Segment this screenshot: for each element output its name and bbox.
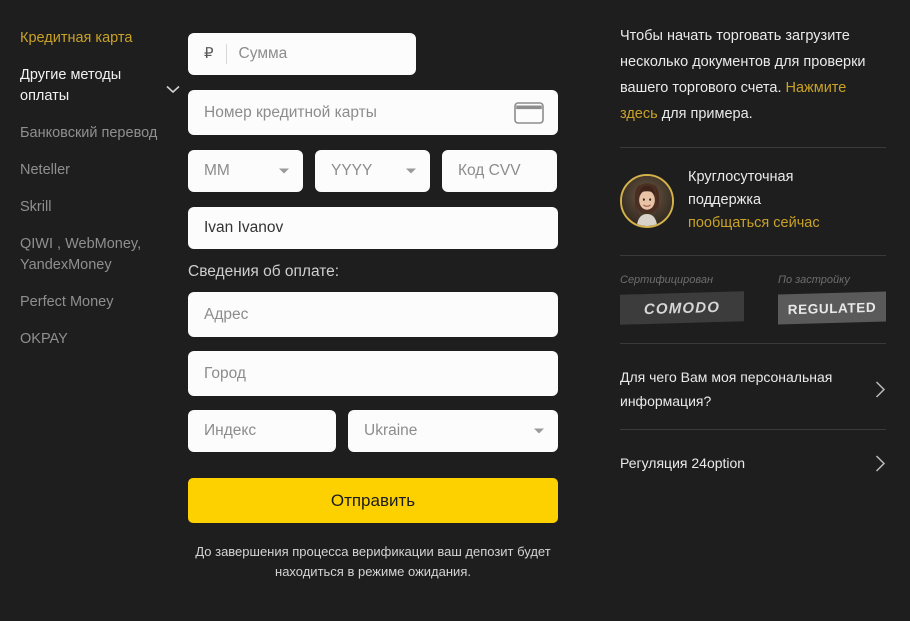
support-block: Круглосуточная поддержка пообщаться сейч… <box>620 166 886 235</box>
upload-documents-notice: Чтобы начать торговать загрузите несколь… <box>620 23 886 127</box>
sidebar-item-credit-card[interactable]: Кредитная карта <box>20 28 168 49</box>
trust-badges: Сертифицирован COMODO По застройку REGUL… <box>620 274 886 325</box>
sidebar-item-label: QIWI , WebMoney, YandexMoney <box>20 236 142 273</box>
chevron-down-icon <box>166 85 180 94</box>
cvv-placeholder: Код CVV <box>458 162 521 179</box>
sidebar-item-label: Кредитная карта <box>20 30 133 46</box>
link-label: Для чего Вам моя персональная информация… <box>620 369 833 409</box>
expiry-month-select[interactable]: MM <box>188 150 303 192</box>
regulation-link[interactable]: Регуляция 24option <box>620 448 886 491</box>
sidebar-item-perfect-money[interactable]: Perfect Money <box>20 292 168 313</box>
divider <box>620 429 886 430</box>
sidebar-item-label: Perfect Money <box>20 294 114 310</box>
badge-label: COMODO <box>620 291 744 325</box>
expiry-month-value: MM <box>204 162 230 179</box>
country-select[interactable]: Ukraine <box>348 410 558 452</box>
amount-placeholder: Сумма <box>238 45 288 62</box>
avatar <box>620 173 674 228</box>
zip-placeholder: Индекс <box>204 422 257 439</box>
submit-button[interactable]: Отправить <box>188 478 558 523</box>
card-number-field[interactable]: Номер кредитной карты <box>188 90 558 135</box>
support-text: Круглосуточная поддержка пообщаться сейч… <box>688 166 820 235</box>
address-placeholder: Адрес <box>204 305 249 323</box>
amount-field[interactable]: ₽ Сумма <box>188 33 416 75</box>
badge-caption: Сертифицирован <box>620 274 714 286</box>
sidebar-item-qiwi-webmoney-yandexmoney[interactable]: QIWI , WebMoney, YandexMoney <box>20 234 168 276</box>
caret-down-icon <box>279 168 289 174</box>
caret-down-icon <box>406 168 416 174</box>
chat-now-link[interactable]: пообщаться сейчас <box>688 212 820 235</box>
billing-details-label: Сведения об оплате: <box>188 263 340 280</box>
country-value: Ukraine <box>364 422 418 439</box>
badge-comodo: Сертифицирован COMODO <box>620 274 744 325</box>
chevron-right-icon <box>875 380 886 398</box>
cvv-field[interactable]: Код CVV <box>442 150 557 192</box>
sidebar-item-label: Банковский перевод <box>20 125 158 141</box>
divider <box>620 343 886 344</box>
expiry-year-value: YYYY <box>331 162 373 179</box>
support-title-line2: поддержка <box>688 192 762 208</box>
currency-symbol-icon: ₽ <box>204 44 227 64</box>
sidebar-item-skrill[interactable]: Skrill <box>20 197 168 218</box>
sidebar-item-label: Neteller <box>20 162 70 178</box>
link-label: Регуляция 24option <box>620 455 746 471</box>
sidebar-item-other-methods[interactable]: Другие методы оплаты <box>20 65 180 107</box>
verification-disclaimer: До завершения процесса верификации ваш д… <box>195 544 551 579</box>
sidebar-item-okpay[interactable]: OKPAY <box>20 329 168 350</box>
sidebar-item-label: OKPAY <box>20 331 68 347</box>
personal-information-link[interactable]: Для чего Вам моя персональная информация… <box>620 362 886 429</box>
expiry-year-select[interactable]: YYYY <box>315 150 430 192</box>
credit-card-icon <box>514 101 544 124</box>
deposit-form: ₽ Сумма Номер кредитной карты MM YYYY Ко… <box>188 0 606 621</box>
chevron-right-icon <box>875 454 886 472</box>
cardholder-name-field[interactable]: Ivan Ivanov <box>188 207 558 249</box>
badge-label: REGULATED <box>778 291 886 325</box>
payment-methods-sidebar: Кредитная карта Другие методы оплаты Бан… <box>0 0 188 621</box>
promo-tail: для примера. <box>657 106 753 122</box>
caret-down-icon <box>534 428 544 434</box>
info-sidebar: Чтобы начать торговать загрузите несколь… <box>606 0 910 621</box>
city-placeholder: Город <box>204 364 246 382</box>
zip-country-row: Индекс Ukraine <box>188 410 606 452</box>
divider <box>620 255 886 256</box>
address-field[interactable]: Адрес <box>188 292 558 337</box>
zip-field[interactable]: Индекс <box>188 410 336 452</box>
badge-caption: По застройку <box>778 274 850 286</box>
sidebar-item-neteller[interactable]: Neteller <box>20 160 168 181</box>
divider <box>620 147 886 148</box>
expiry-cvv-row: MM YYYY Код CVV <box>188 150 606 192</box>
card-number-placeholder: Номер кредитной карты <box>204 103 377 121</box>
sidebar-item-label: Другие методы оплаты <box>20 67 122 104</box>
sidebar-item-label: Skrill <box>20 199 52 215</box>
deposit-page: Кредитная карта Другие методы оплаты Бан… <box>0 0 910 621</box>
support-title-line1: Круглосуточная <box>688 169 794 185</box>
city-field[interactable]: Город <box>188 351 558 396</box>
sidebar-item-bank-transfer[interactable]: Банковский перевод <box>20 123 168 144</box>
badge-regulated: По застройку REGULATED <box>778 274 886 325</box>
cardholder-name-value: Ivan Ivanov <box>204 219 284 236</box>
